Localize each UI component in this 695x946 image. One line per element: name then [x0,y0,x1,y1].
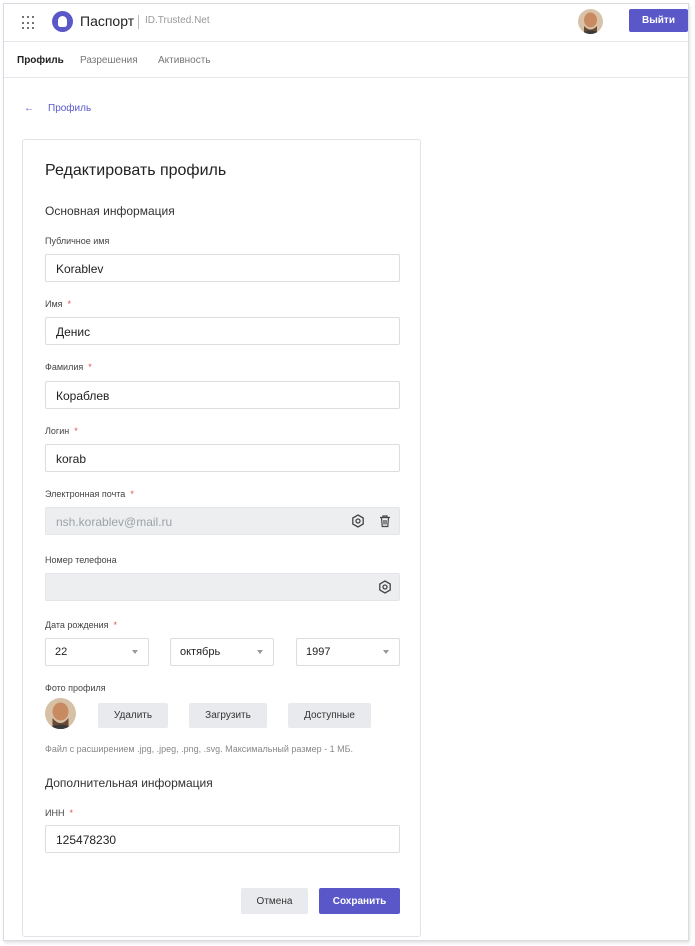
top-bar: Паспорт ID.Trusted.Net Выйти [4,4,688,42]
phone-input [45,573,400,601]
upload-photo-button[interactable]: Загрузить [189,703,267,728]
required-mark: * [67,299,72,309]
required-mark: * [69,808,73,818]
required-mark: * [74,426,78,436]
save-button[interactable]: Сохранить [319,888,400,914]
section-main-title: Основная информация [45,204,175,218]
cancel-button[interactable]: Отмена [241,888,308,914]
tab-bar: Профиль Разрешения Активность [4,42,688,78]
logout-button[interactable]: Выйти [629,9,688,32]
available-photos-button[interactable]: Доступные [288,703,371,728]
edit-profile-card: Редактировать профиль Основная информаци… [22,139,421,937]
public-name-label: Публичное имя [45,236,110,246]
first-name-input[interactable]: Денис [45,317,400,345]
chevron-down-icon [132,650,138,654]
birth-year-select[interactable]: 1997 [296,638,400,666]
app-subtitle: ID.Trusted.Net [145,15,210,26]
first-name-label: Имя * [45,299,72,309]
delete-photo-button[interactable]: Удалить [98,703,168,728]
inn-input[interactable]: 125478230 [45,825,400,853]
app-window: Паспорт ID.Trusted.Net Выйти Профиль Раз… [3,3,689,941]
chevron-down-icon [257,650,263,654]
breadcrumb-label: Профиль [48,103,92,114]
chevron-down-icon [383,650,389,654]
section-extra-title: Дополнительная информация [45,776,213,790]
header-divider [138,15,139,29]
last-name-input[interactable]: Кораблев [45,381,400,409]
tab-activity[interactable]: Активность [158,55,211,66]
required-mark: * [88,362,92,372]
birthdate-label: Дата рождения * [45,620,118,630]
settings-hex-icon[interactable] [378,580,392,594]
photo-label: Фото профиля [45,683,106,693]
settings-hex-icon[interactable] [351,514,365,528]
required-mark: * [130,489,134,499]
inn-label: ИНН * [45,808,73,818]
trash-icon[interactable] [378,514,392,528]
profile-photo-avatar [45,698,76,729]
breadcrumb[interactable]: ← Профиль [24,103,91,114]
birth-year-value: 1997 [306,646,331,658]
birth-day-select[interactable]: 22 [45,638,149,666]
public-name-input[interactable]: Korablev [45,254,400,282]
required-mark: * [113,620,118,630]
page-title: Редактировать профиль [45,162,227,179]
tab-profile[interactable]: Профиль [17,55,64,66]
email-label: Электронная почта * [45,489,134,499]
phone-label: Номер телефона [45,555,117,565]
email-input: nsh.korablev@mail.ru [45,507,400,535]
tab-permissions[interactable]: Разрешения [80,55,138,66]
login-label: Логин * [45,426,78,436]
app-title: Паспорт [80,13,135,29]
passport-logo-icon [52,11,73,32]
photo-hint: Файл с расширением .jpg, .jpeg, .png, .s… [45,744,354,754]
birth-month-value: октябрь [180,646,221,658]
user-avatar[interactable] [578,9,603,34]
last-name-label: Фамилия * [45,362,92,372]
birth-day-value: 22 [55,646,68,658]
back-arrow-icon: ← [24,103,34,114]
birth-month-select[interactable]: октябрь [170,638,274,666]
apps-grid-icon[interactable] [22,16,36,30]
login-input[interactable]: korab [45,444,400,472]
